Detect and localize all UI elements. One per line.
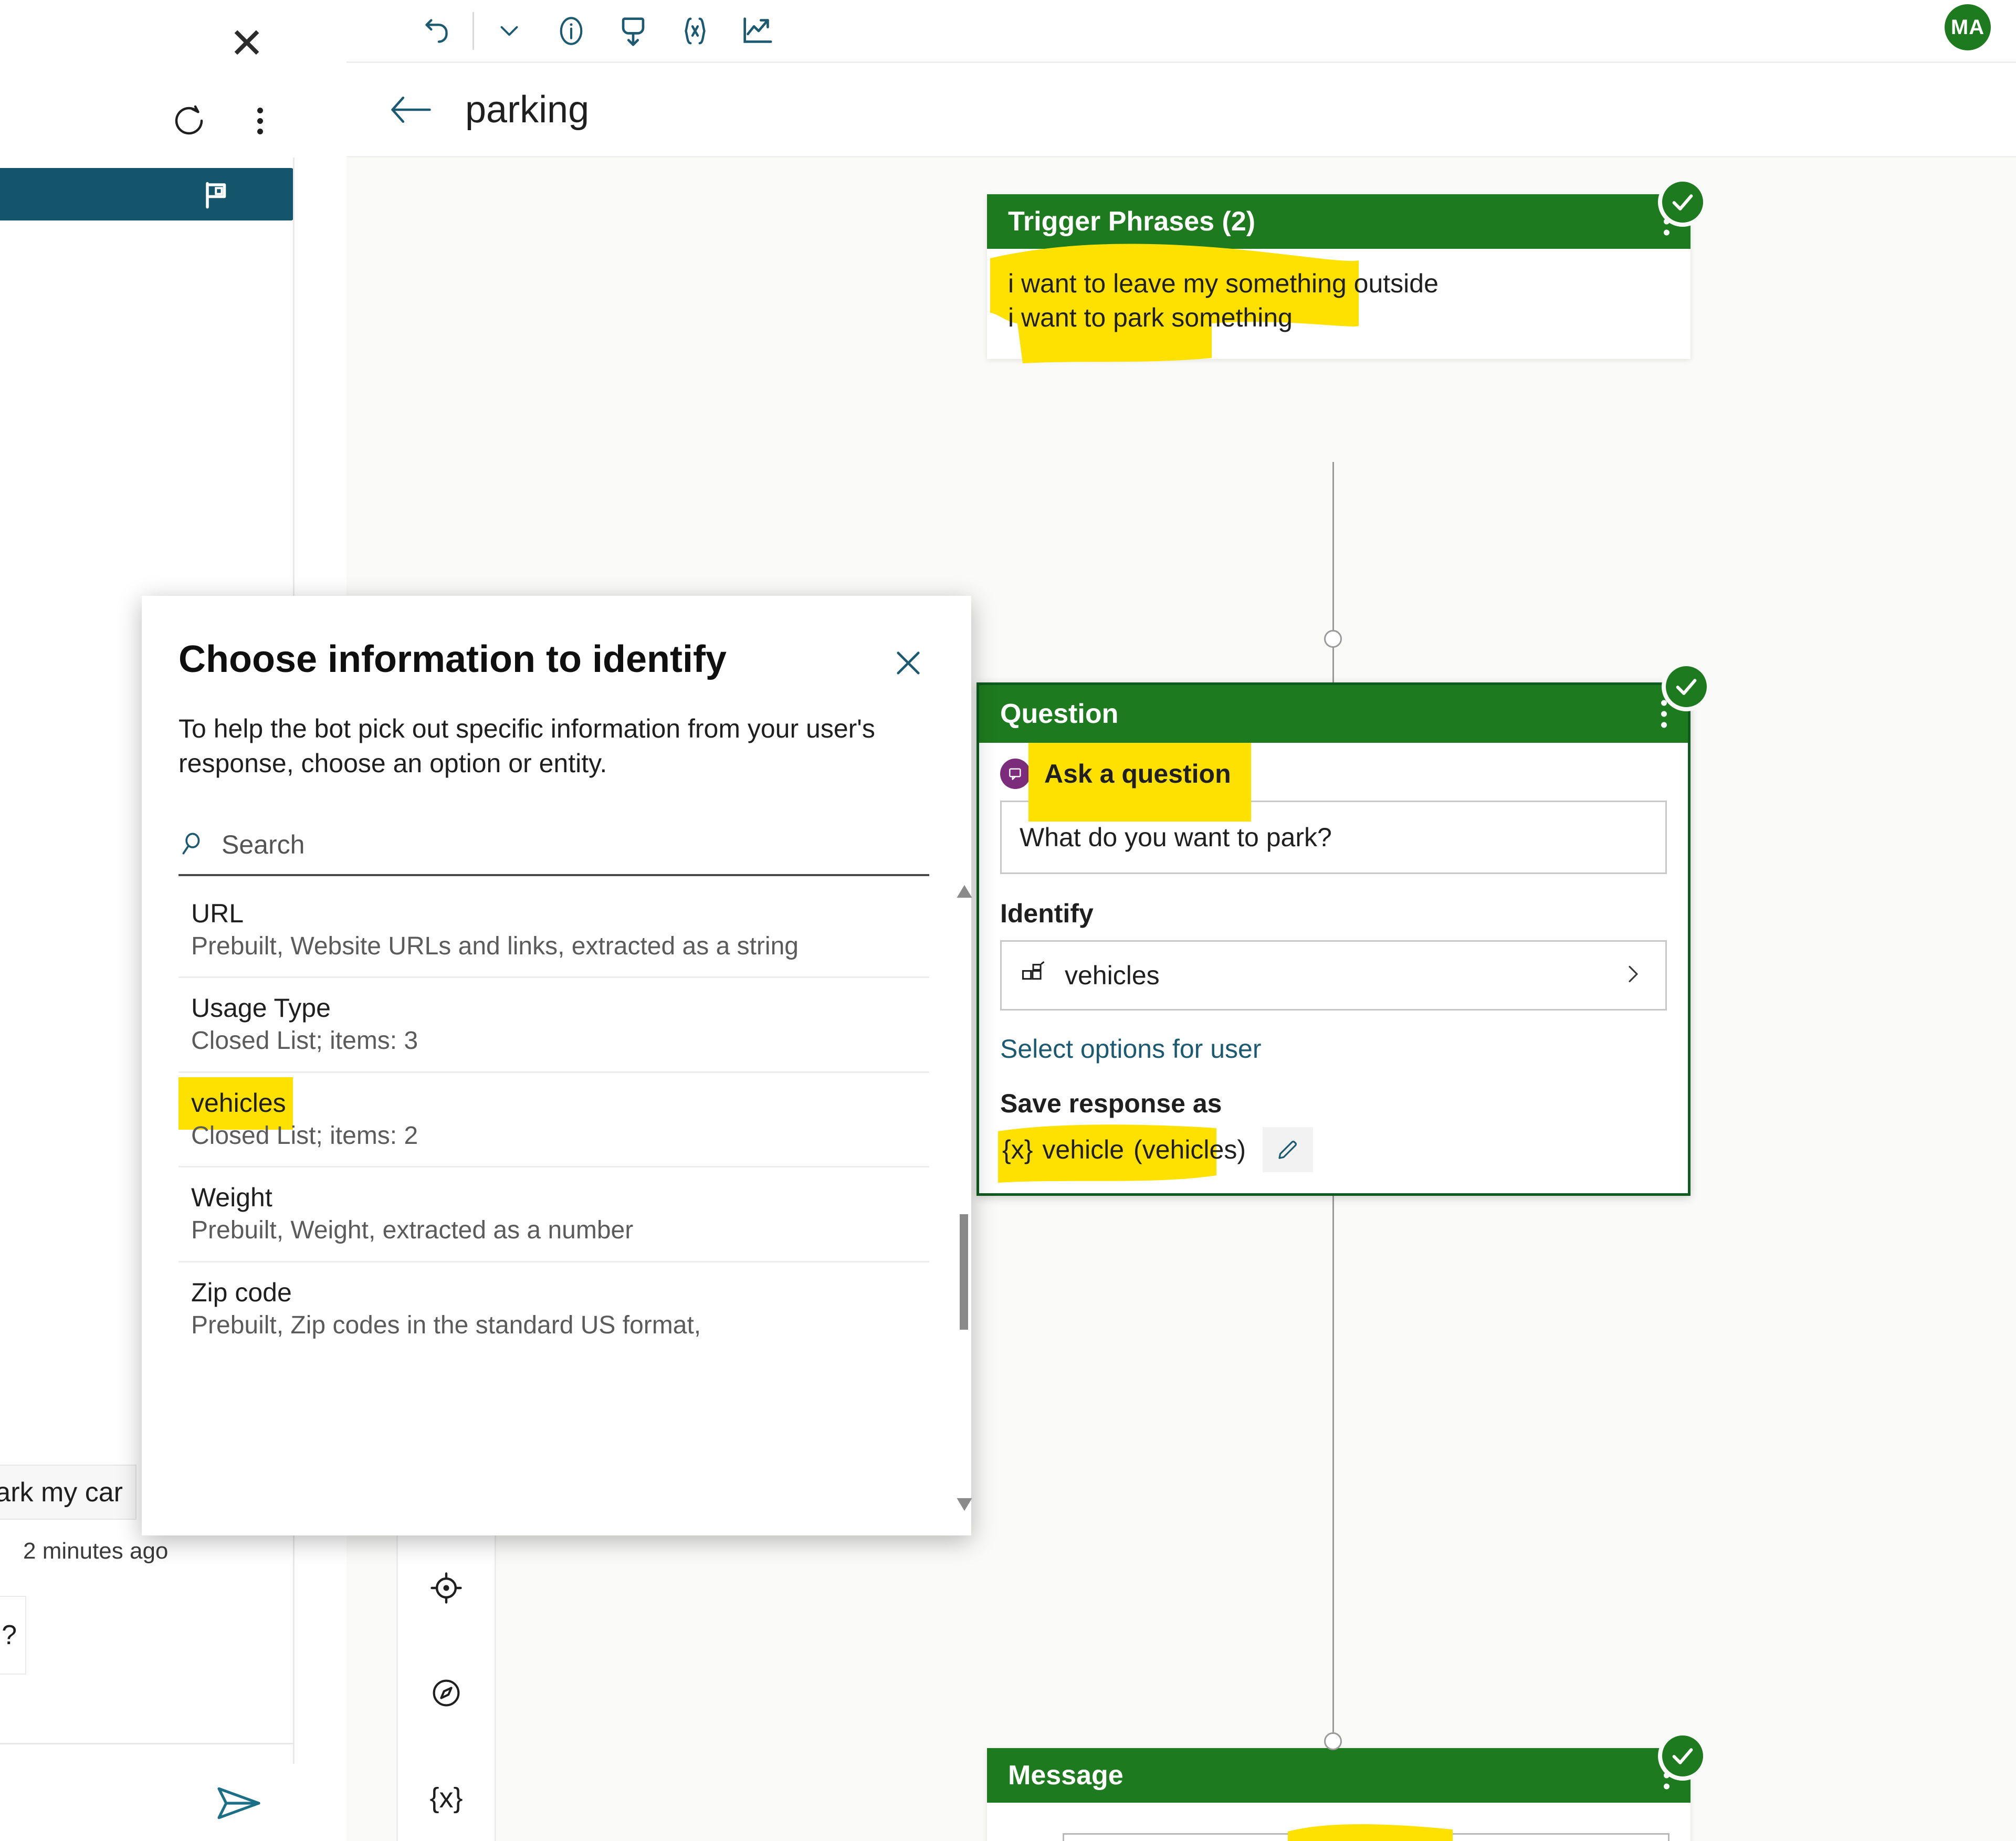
bot-banner	[0, 168, 294, 220]
entity-desc: Prebuilt, Zip codes in the standard US f…	[191, 1311, 701, 1339]
entity-desc: Prebuilt, Weight, extracted as a number	[191, 1216, 634, 1245]
highlight-message-variable	[1288, 1824, 1453, 1841]
search-input[interactable]: Search	[222, 829, 304, 860]
node-header-question: Question	[979, 685, 1688, 743]
entity-desc: Closed List; items: 2	[191, 1121, 418, 1150]
dialog-title: Choose information to identify	[178, 638, 727, 680]
variables-icon[interactable]: {x}	[417, 1769, 475, 1827]
info-icon[interactable]	[540, 2, 602, 60]
entity-desc: Closed List; items: 3	[191, 1027, 418, 1055]
node-question[interactable]: Question Ask a question What do you want…	[976, 662, 1711, 1196]
flow-title-text: parking	[465, 88, 590, 131]
top-toolbar: MA	[346, 0, 2016, 63]
save-response-row: {x} vehicle (vehicles)	[998, 1124, 1667, 1183]
message-text-input[interactable]: You want to park your {x} vehicle ?	[1063, 1824, 1670, 1841]
entity-list[interactable]: URL Prebuilt, Website URLs and links, ex…	[178, 883, 929, 1513]
status-complete-icon	[1662, 662, 1711, 711]
flag-icon	[200, 180, 231, 214]
entity-name: vehicles	[191, 1088, 286, 1118]
ask-a-question-label: Ask a question	[1044, 759, 1231, 788]
edit-pencil-icon[interactable]	[1263, 1127, 1313, 1172]
node-body-message: You want to park your {x} vehicle ?	[987, 1803, 1690, 1841]
save-variable-name: vehicle	[1042, 1135, 1125, 1164]
list-scrollbar[interactable]	[953, 883, 972, 1513]
status-complete-icon	[1658, 177, 1707, 227]
download-icon[interactable]	[602, 2, 664, 60]
analytics-icon[interactable]	[726, 2, 788, 60]
avatar[interactable]: MA	[1945, 4, 1991, 50]
dialog-description: To help the bot pick out specific inform…	[178, 714, 875, 778]
message-row: You want to park your {x} vehicle ?	[1008, 1824, 1670, 1841]
save-variable-token: {x}	[1002, 1135, 1033, 1164]
status-complete-icon	[1658, 1731, 1707, 1781]
list-item-vehicles[interactable]: vehicles Closed List; items: 2	[178, 1073, 929, 1168]
trigger-phrase-1: i want to leave my something outside	[1008, 269, 1438, 298]
node-title: Question	[1000, 699, 1119, 729]
chevron-down-icon[interactable]	[478, 2, 540, 60]
entity-icon	[1020, 961, 1047, 991]
node-message[interactable]: Message	[987, 1731, 1707, 1841]
save-variable-type: (vehicles)	[1133, 1135, 1246, 1164]
list-item[interactable]: URL Prebuilt, Website URLs and links, ex…	[178, 883, 929, 979]
entity-name: Zip code	[191, 1277, 292, 1307]
connector-question-message	[1332, 1171, 1334, 1748]
connector-dot-upper	[1324, 630, 1342, 648]
node-menu-icon[interactable]	[1661, 700, 1667, 728]
connector-trigger-question	[1332, 462, 1334, 693]
connector-dot-lower	[1324, 1732, 1342, 1750]
send-icon[interactable]	[210, 1780, 268, 1827]
trigger-phrase-2: i want to park something	[1008, 303, 1293, 332]
close-icon[interactable]: ✕	[223, 20, 270, 67]
ask-question-icon	[1000, 759, 1031, 789]
back-arrow-icon[interactable]	[388, 92, 434, 127]
scroll-up-icon[interactable]	[956, 883, 973, 899]
node-header-message: Message	[987, 1748, 1690, 1803]
chat-bot-message: ?	[0, 1596, 26, 1675]
save-response-label: Save response as	[1000, 1089, 1222, 1118]
select-options-link[interactable]: Select options for user	[1000, 1034, 1667, 1064]
page-title: parking	[465, 88, 589, 131]
chat-user-message: park my car	[0, 1465, 136, 1520]
identify-entity-value: vehicles	[1065, 961, 1160, 990]
entity-name: Weight	[191, 1183, 272, 1213]
fit-to-screen-icon[interactable]	[417, 1559, 475, 1617]
choose-information-dialog[interactable]: Choose information to identify To help t…	[142, 596, 972, 1535]
compass-icon[interactable]	[417, 1664, 475, 1722]
node-title: Trigger Phrases (2)	[1008, 206, 1256, 237]
undo-icon[interactable]	[406, 2, 468, 60]
scrollbar-thumb[interactable]	[960, 1214, 968, 1330]
entity-name: URL	[191, 899, 244, 928]
list-item[interactable]: Usage Type Closed List; items: 3	[178, 978, 929, 1073]
chat-timestamp: 2 minutes ago	[23, 1538, 169, 1564]
toolbar-divider	[472, 12, 474, 50]
more-options-icon[interactable]	[244, 97, 276, 144]
node-body-question: Ask a question What do you want to park?…	[979, 743, 1688, 1193]
scroll-down-icon[interactable]	[956, 1497, 973, 1512]
close-icon[interactable]	[887, 642, 929, 684]
entity-name: Usage Type	[191, 993, 331, 1023]
entity-desc: Prebuilt, Website URLs and links, extrac…	[191, 932, 799, 960]
ask-a-question-row: Ask a question	[1000, 743, 1667, 822]
flow-header: parking	[346, 63, 2016, 157]
canvas-tools-strip: {x}	[396, 1517, 496, 1841]
chevron-right-icon[interactable]	[1620, 962, 1645, 990]
node-title: Message	[1008, 1760, 1124, 1791]
search-field[interactable]: Search	[178, 815, 929, 876]
identify-label: Identify	[1000, 899, 1094, 928]
node-trigger-phrases[interactable]: Trigger Phrases (2) i want to leave my s…	[987, 177, 1707, 363]
variables-icon[interactable]	[664, 2, 726, 60]
node-body-trigger: i want to leave my something outside i w…	[987, 244, 1690, 363]
chat-divider	[0, 1743, 294, 1744]
identify-entity-select[interactable]: vehicles	[1000, 940, 1667, 1011]
list-item[interactable]: Zip code Prebuilt, Zip codes in the stan…	[178, 1263, 929, 1355]
search-icon	[178, 829, 208, 861]
refresh-icon[interactable]	[165, 97, 213, 144]
list-item[interactable]: Weight Prebuilt, Weight, extracted as a …	[178, 1167, 929, 1263]
